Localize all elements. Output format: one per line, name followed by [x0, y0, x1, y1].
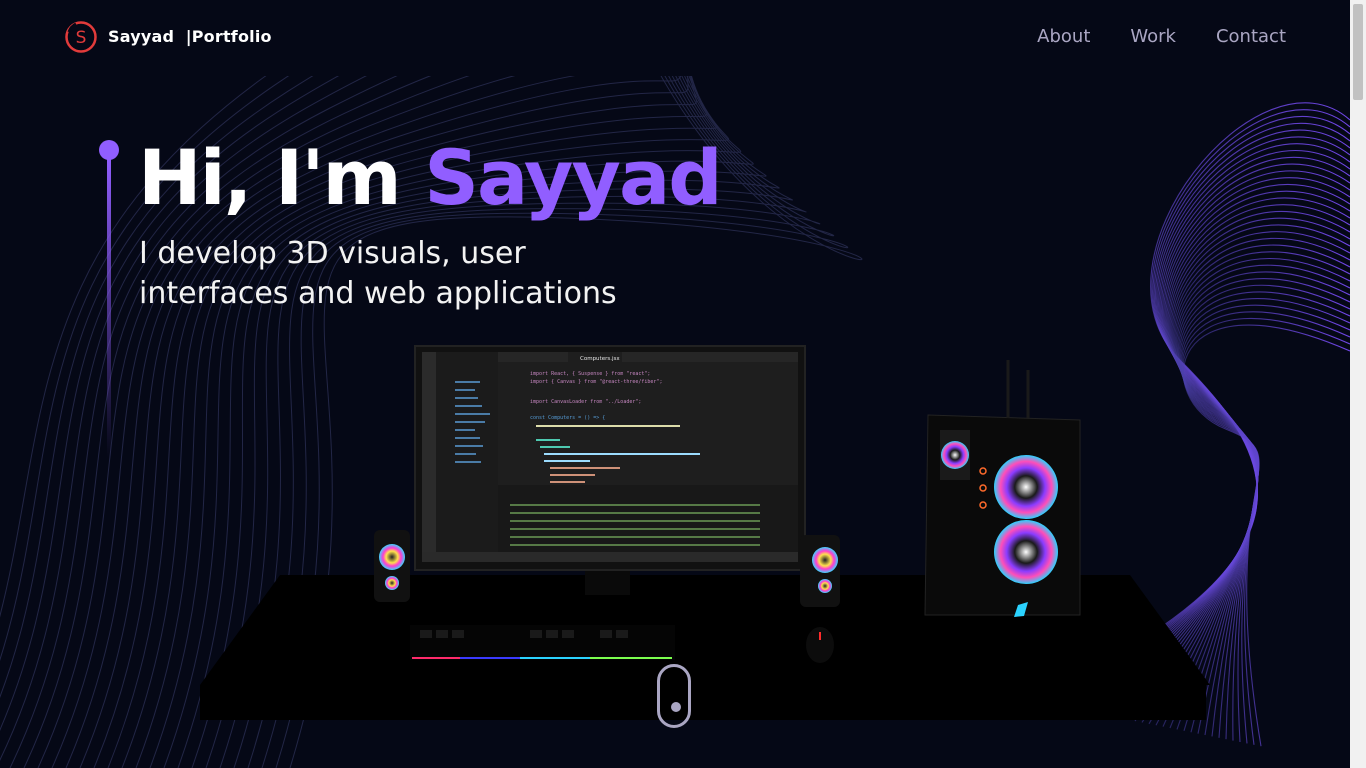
hero-heading: Hi, I'm Sayyad: [138, 132, 723, 224]
svg-text:import CanvasLoader from "../L: import CanvasLoader from "../Loader";: [530, 399, 641, 405]
svg-text:const Computers = () => {: const Computers = () => {: [530, 415, 605, 421]
svg-text:Computers.jsx: Computers.jsx: [580, 356, 620, 362]
hero-subtitle-line-2: interfaces and web applications: [139, 276, 617, 311]
hero-accent-bar: [107, 158, 111, 458]
page-scrollbar[interactable]: [1350, 0, 1366, 768]
navbar: S Sayyad |Portfolio About Work Contact: [0, 0, 1350, 76]
nav-work[interactable]: Work: [1130, 26, 1176, 47]
s-circle-logo-icon[interactable]: S: [64, 20, 98, 54]
svg-text:S: S: [76, 28, 87, 48]
scrollbar-thumb[interactable]: [1353, 4, 1363, 100]
hero-subtitle: I develop 3D visuals, user interfaces an…: [139, 234, 699, 314]
desk-3d-scene[interactable]: Computers.jsx import React, { Suspense }…: [200, 340, 1210, 725]
pc-fan-bottom: [994, 520, 1058, 584]
keyboard: [410, 625, 675, 660]
brand-suffix: |Portfolio: [185, 27, 272, 46]
nav-links: About Work Contact: [1037, 26, 1286, 47]
nav-about[interactable]: About: [1037, 26, 1090, 47]
mouse-scroll-icon[interactable]: [657, 664, 691, 728]
hero-accent-line: [99, 140, 119, 460]
hero-accent-dot: [99, 140, 119, 160]
svg-text:import React, { Suspense } fro: import React, { Suspense } from "react";: [530, 371, 650, 377]
scroll-indicator-dot: [671, 702, 681, 712]
brand-title[interactable]: Sayyad |Portfolio: [108, 27, 272, 46]
hero-name: Sayyad: [424, 133, 722, 222]
brand-name: Sayyad: [108, 27, 175, 46]
hero-subtitle-line-1: I develop 3D visuals, user: [139, 236, 526, 271]
nav-contact[interactable]: Contact: [1216, 26, 1286, 47]
desk-setup-illustration: Computers.jsx import React, { Suspense }…: [200, 345, 1210, 720]
hero-greeting: Hi, I'm: [138, 133, 402, 222]
pc-fan-top: [994, 455, 1058, 519]
svg-text:import { Canvas } from "@react: import { Canvas } from "@react-three/fib…: [530, 379, 662, 385]
